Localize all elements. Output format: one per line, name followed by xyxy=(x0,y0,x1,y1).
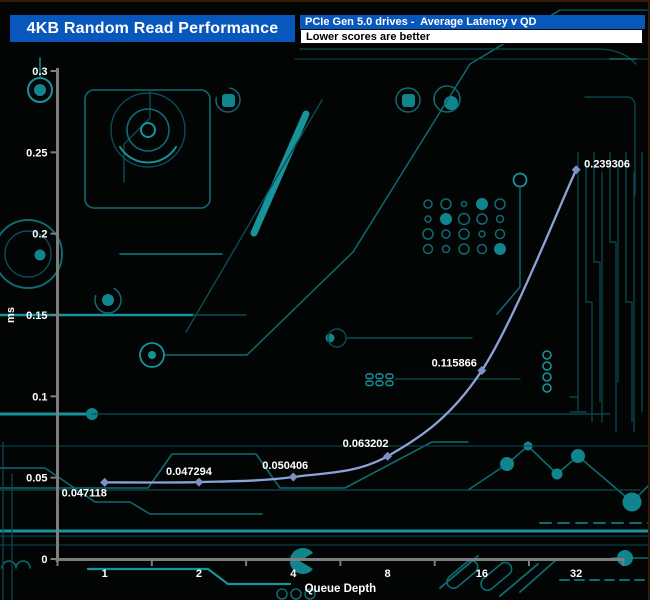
x-tick-label: 4 xyxy=(290,568,297,580)
y-tick-label: 0.05 xyxy=(26,473,47,485)
data-point-label: 0.047294 xyxy=(166,466,213,478)
chart-subtitle-block: PCIe Gen 5.0 drives - Average Latency v … xyxy=(300,15,645,44)
data-point-label: 0.239306 xyxy=(584,159,630,171)
data-point-label: 0.047118 xyxy=(62,487,107,499)
x-tick-label: 32 xyxy=(570,568,582,580)
data-point-marker xyxy=(571,165,581,175)
x-tick-label: 8 xyxy=(384,568,390,580)
y-tick-label: 0.2 xyxy=(32,229,47,241)
x-tick-label: 2 xyxy=(196,568,202,580)
x-tick-label: 16 xyxy=(476,568,488,580)
latency-vs-queue-depth-chart: 0 0.05 0.1 0.15 0.2 0.25 0.3 1 2 4 8 16 32 ms Queue De… xyxy=(5,66,630,595)
data-point-label: 0.050406 xyxy=(262,460,308,472)
data-point-label: 0.063202 xyxy=(343,438,389,450)
chart-title-bar: 4KB Random Read Performance xyxy=(10,15,295,42)
data-point-label: 0.115866 xyxy=(432,358,477,370)
benchmark-chart-window: 0 0.05 0.1 0.15 0.2 0.25 0.3 1 2 4 8 16 32 ms Queue De… xyxy=(0,0,650,600)
x-axis-title: Queue Depth xyxy=(305,583,377,595)
y-tick-label: 0.3 xyxy=(32,66,47,78)
data-point-marker xyxy=(288,472,298,482)
data-point-marker xyxy=(100,477,110,487)
data-point-marker xyxy=(383,451,393,461)
y-tick-label: 0.15 xyxy=(26,310,47,322)
chart-note: Lower scores are better xyxy=(300,29,643,44)
y-tick-label: 0.1 xyxy=(32,391,47,403)
chart-subtitle: PCIe Gen 5.0 drives - Average Latency v … xyxy=(300,15,645,29)
data-point-marker xyxy=(194,477,204,487)
y-axis-title: ms xyxy=(5,307,17,323)
page-title: 4KB Random Read Performance xyxy=(26,19,279,37)
y-tick-label: 0 xyxy=(41,554,47,566)
x-tick-label: 1 xyxy=(102,568,108,580)
y-tick-label: 0.25 xyxy=(26,147,47,159)
latency-series-line xyxy=(104,169,578,484)
